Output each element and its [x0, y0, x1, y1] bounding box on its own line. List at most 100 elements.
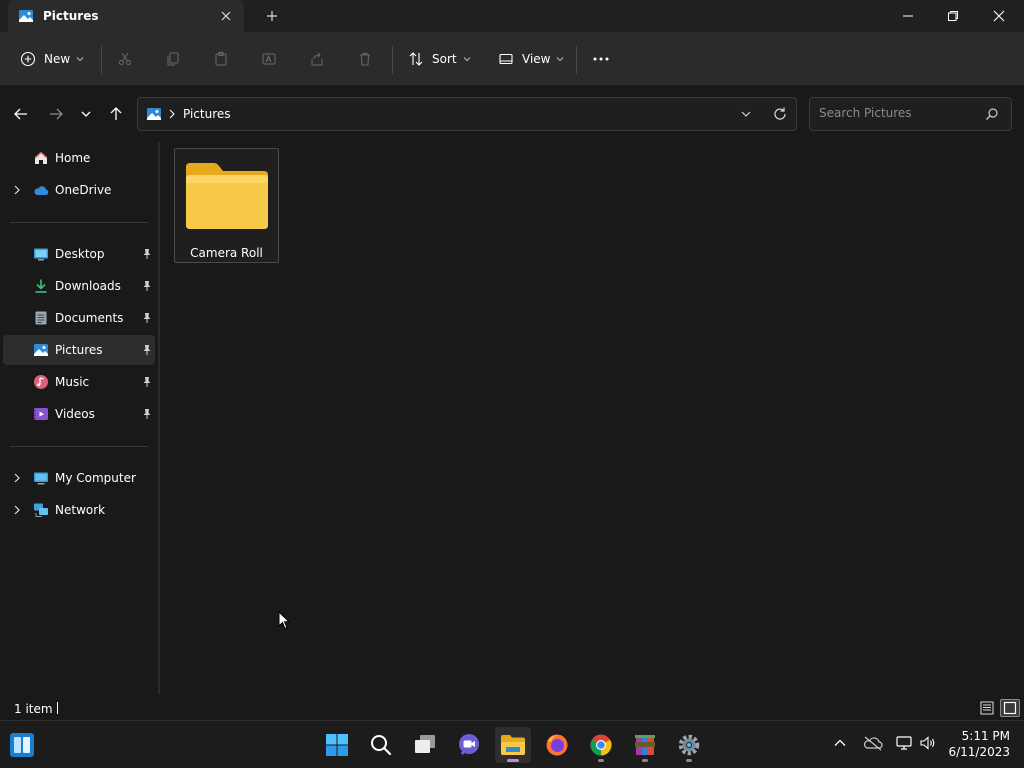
settings-taskbar-button[interactable]: [671, 727, 707, 763]
sidebar-item-videos[interactable]: Videos: [3, 399, 155, 429]
share-button[interactable]: [309, 32, 325, 86]
forward-button[interactable]: [47, 105, 65, 123]
sidebar-item-label: Desktop: [55, 247, 105, 261]
sidebar-item-network[interactable]: Network: [3, 495, 155, 525]
up-button[interactable]: [107, 105, 125, 123]
folder-icon: [501, 735, 525, 755]
firefox-taskbar-button[interactable]: [539, 727, 575, 763]
sidebar-item-label: OneDrive: [55, 183, 112, 197]
recent-locations-button[interactable]: [79, 107, 93, 121]
sort-button[interactable]: Sort: [408, 32, 472, 86]
search-box[interactable]: [809, 97, 1012, 131]
folder-camera-roll[interactable]: Camera Roll: [174, 148, 279, 263]
copy-button[interactable]: [165, 32, 181, 86]
toolbar-divider: [101, 46, 102, 74]
sidebar-item-documents[interactable]: Documents: [3, 303, 155, 333]
winrar-taskbar-button[interactable]: [627, 727, 663, 763]
pin-icon[interactable]: [141, 376, 153, 388]
network-icon: [33, 502, 49, 518]
view-button-label: View: [522, 52, 551, 66]
sidebar-divider: [10, 222, 148, 223]
copy-icon: [167, 52, 179, 66]
pin-icon[interactable]: [141, 280, 153, 292]
show-hidden-icons-button[interactable]: [833, 736, 847, 750]
refresh-icon[interactable]: [772, 106, 788, 122]
restore-icon: [948, 11, 958, 21]
sidebar-item-label: Downloads: [55, 279, 121, 293]
chat-button[interactable]: [451, 727, 487, 763]
search-icon[interactable]: [985, 107, 999, 121]
chrome-taskbar-button[interactable]: [583, 727, 619, 763]
paste-button[interactable]: [213, 32, 229, 86]
clock-time[interactable]: 5:11 PM: [940, 729, 1010, 743]
gear-icon: [678, 734, 700, 756]
new-button[interactable]: New: [20, 32, 85, 86]
download-icon: [33, 278, 49, 294]
address-bar[interactable]: Pictures: [137, 97, 797, 131]
video-icon: [33, 406, 49, 422]
task-view-button[interactable]: [407, 727, 443, 763]
chevron-down-icon: [463, 57, 470, 62]
computer-icon: [33, 470, 49, 486]
more-options-button[interactable]: [592, 32, 610, 86]
home-icon: [33, 150, 49, 166]
status-bar: [0, 694, 1024, 720]
sidebar-item-onedrive[interactable]: OneDrive: [3, 175, 155, 205]
firefox-icon: [546, 734, 568, 756]
sidebar-item-desktop[interactable]: Desktop: [3, 239, 155, 269]
breadcrumb-pictures[interactable]: Pictures: [183, 107, 231, 121]
trash-icon: [360, 53, 370, 66]
volume-tray-icon[interactable]: [919, 735, 937, 751]
sidebar-item-label: Videos: [55, 407, 95, 421]
sidebar-item-pictures[interactable]: Pictures: [3, 335, 155, 365]
rename-icon: [262, 53, 276, 65]
close-tab-icon[interactable]: [218, 8, 234, 24]
onedrive-tray-icon[interactable]: [863, 735, 883, 751]
address-history-icon[interactable]: [740, 108, 752, 120]
document-icon: [33, 310, 49, 326]
back-button[interactable]: [12, 105, 30, 123]
sidebar-item-label: Documents: [55, 311, 124, 325]
plus-circle-icon: [20, 51, 36, 67]
archive-app-icon: [635, 735, 655, 755]
chevron-right-icon[interactable]: [11, 184, 23, 196]
new-tab-icon[interactable]: [264, 8, 280, 24]
pin-icon[interactable]: [141, 248, 153, 260]
widgets-button[interactable]: [4, 727, 40, 763]
sidebar-item-label: Pictures: [55, 343, 103, 357]
search-input[interactable]: [819, 106, 979, 120]
file-explorer-taskbar-button[interactable]: [495, 727, 531, 763]
close-window-button[interactable]: [976, 0, 1022, 32]
music-icon: [33, 374, 49, 390]
restore-button[interactable]: [930, 0, 976, 32]
pin-icon[interactable]: [141, 312, 153, 324]
minimize-button[interactable]: [885, 0, 931, 32]
sidebar-item-home[interactable]: Home: [3, 143, 155, 173]
close-icon: [993, 10, 1005, 22]
clock-date[interactable]: 6/11/2023: [940, 745, 1010, 759]
start-button[interactable]: [319, 727, 355, 763]
tiles-view-button[interactable]: [1000, 699, 1020, 717]
arrow-up-icon: [110, 107, 122, 120]
sidebar-divider: [10, 446, 148, 447]
search-taskbar-button[interactable]: [363, 727, 399, 763]
cut-button[interactable]: [117, 32, 133, 86]
chevron-down-icon: [557, 57, 564, 62]
details-view-button[interactable]: [977, 699, 996, 717]
widgets-icon: [10, 733, 34, 757]
rename-button[interactable]: [261, 32, 277, 86]
delete-button[interactable]: [357, 32, 373, 86]
sidebar-item-music[interactable]: Music: [3, 367, 155, 397]
more-icon: [593, 57, 609, 61]
chevron-right-icon[interactable]: [11, 472, 23, 484]
pin-icon[interactable]: [141, 408, 153, 420]
chevron-right-icon[interactable]: [11, 504, 23, 516]
network-tray-icon[interactable]: [895, 735, 913, 751]
pin-icon[interactable]: [141, 344, 153, 356]
view-button[interactable]: View: [498, 32, 565, 86]
toolbar-divider: [576, 46, 577, 74]
sidebar-item-downloads[interactable]: Downloads: [3, 271, 155, 301]
sidebar-item-my-computer[interactable]: My Computer: [3, 463, 155, 493]
folder-icon: [184, 161, 270, 231]
pictures-icon: [33, 342, 49, 358]
